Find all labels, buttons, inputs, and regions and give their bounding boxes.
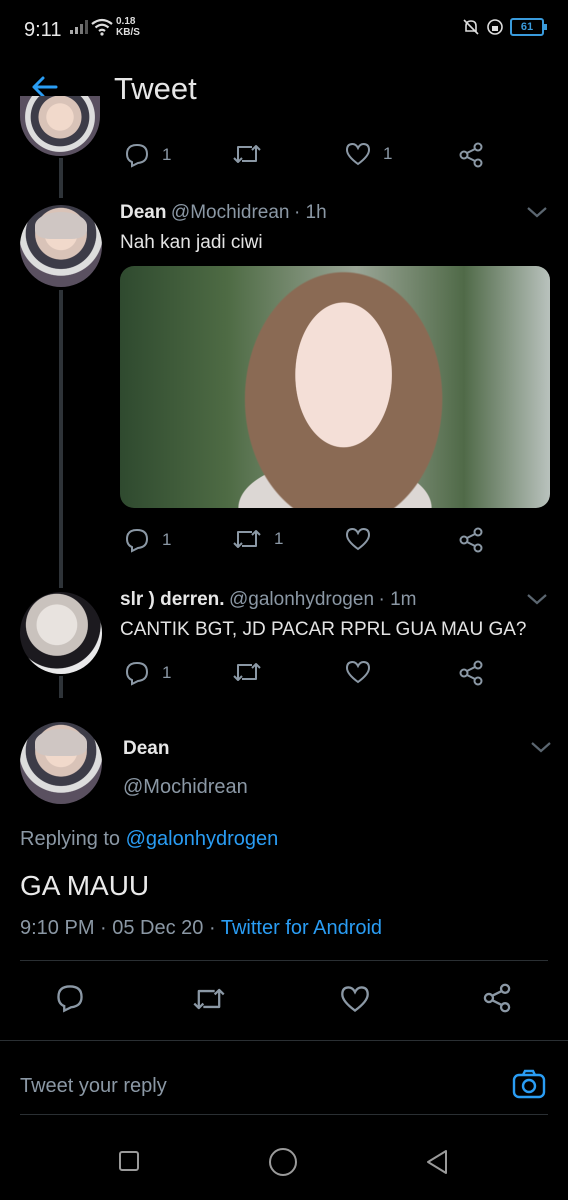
retweet-button[interactable]	[232, 660, 262, 684]
reply-icon	[125, 143, 149, 168]
share-button[interactable]	[458, 142, 484, 168]
avatar[interactable]	[20, 722, 102, 804]
avatar[interactable]	[20, 592, 102, 674]
share-button[interactable]	[458, 527, 484, 553]
thread-line	[59, 290, 63, 588]
share-button[interactable]	[458, 660, 484, 686]
heart-icon	[345, 660, 371, 684]
share-icon	[459, 142, 483, 168]
status-right-icons: 61	[462, 18, 547, 36]
tweet-timestamp: 9:10 PM · 05 Dec 20 ·	[20, 917, 216, 939]
tweet-text: Nah kan jadi ciwi	[120, 232, 263, 253]
reply-button[interactable]: 1	[124, 527, 171, 553]
mute-bell-icon	[463, 19, 479, 35]
like-button[interactable]: 1	[345, 142, 392, 166]
tweet-meta: 9:10 PM · 05 Dec 20 · Twitter for Androi…	[20, 917, 382, 940]
status-bar: 9:11 0.18 KB/S 61	[0, 0, 568, 60]
thread-line	[59, 158, 63, 198]
reply-icon	[57, 985, 83, 1013]
divider	[20, 1114, 548, 1115]
thread-line	[59, 676, 63, 698]
recents-icon[interactable]	[118, 1150, 140, 1172]
system-nav-bar	[0, 1118, 568, 1200]
heart-icon	[345, 142, 371, 166]
chevron-down-icon[interactable]	[530, 740, 552, 754]
reply-button[interactable]: 1	[124, 660, 171, 686]
tweet-text: CANTIK BGT, JD PACAR RPRL GUA MAU GA?	[120, 619, 527, 640]
retweet-button[interactable]	[192, 985, 226, 1013]
share-icon	[459, 660, 483, 686]
reply-icon	[125, 661, 149, 686]
author-handle: @Mochidrean	[170, 202, 290, 223]
like-button[interactable]	[345, 527, 371, 551]
heart-icon	[341, 986, 369, 1012]
page-title: Tweet	[114, 71, 197, 106]
reply-button[interactable]: 1	[124, 142, 171, 168]
tweet-client-link[interactable]: Twitter for Android	[221, 917, 382, 939]
divider	[20, 960, 548, 961]
author-handle: @Mochidrean	[123, 776, 248, 798]
chevron-down-icon[interactable]	[526, 205, 548, 219]
author-name[interactable]: Dean	[123, 738, 169, 760]
reply-input[interactable]: Tweet your reply	[20, 1075, 167, 1098]
home-icon[interactable]	[268, 1147, 298, 1177]
author-name[interactable]: slr ) derren.	[120, 589, 225, 610]
tweet-header: slr ) derren. @galonhydrogen · 1m	[120, 589, 416, 611]
tweet-time: · 1m	[378, 589, 417, 610]
retweet-icon	[233, 663, 261, 681]
retweet-button[interactable]	[232, 142, 262, 166]
replying-to: Replying to @galonhydrogen	[20, 828, 279, 850]
share-button[interactable]	[482, 983, 512, 1013]
tweet-text: GA MAUU	[20, 870, 150, 901]
tweet-photo[interactable]	[120, 266, 550, 508]
avatar[interactable]	[20, 205, 102, 287]
retweet-icon	[233, 145, 261, 163]
network-speed: 0.18 KB/S	[116, 16, 140, 38]
status-time: 9:11	[24, 19, 62, 41]
like-button[interactable]	[345, 660, 371, 684]
share-icon	[483, 983, 511, 1013]
author-name[interactable]: Dean	[120, 202, 166, 223]
retweet-icon	[193, 988, 225, 1010]
back-nav-icon[interactable]	[424, 1148, 450, 1176]
retweet-icon	[233, 530, 261, 548]
battery-indicator: 61	[510, 18, 547, 36]
reply-icon	[125, 528, 149, 553]
wifi-icon	[91, 18, 113, 36]
cell-signal-icon	[70, 20, 88, 34]
retweet-button[interactable]: 1	[232, 527, 283, 551]
lock-rotation-icon	[487, 19, 503, 35]
like-button[interactable]	[340, 985, 370, 1013]
camera-icon[interactable]	[512, 1068, 546, 1100]
tweet-header: Dean @Mochidrean · 1h	[120, 202, 327, 224]
avatar[interactable]	[20, 96, 100, 156]
author-handle: @galonhydrogen	[229, 589, 375, 610]
reply-button[interactable]	[55, 983, 85, 1013]
share-icon	[459, 527, 483, 553]
replying-to-link[interactable]: @galonhydrogen	[126, 828, 279, 850]
heart-icon	[345, 527, 371, 551]
divider	[0, 1040, 568, 1041]
tweet-time: · 1h	[293, 202, 327, 223]
chevron-down-icon[interactable]	[526, 592, 548, 606]
